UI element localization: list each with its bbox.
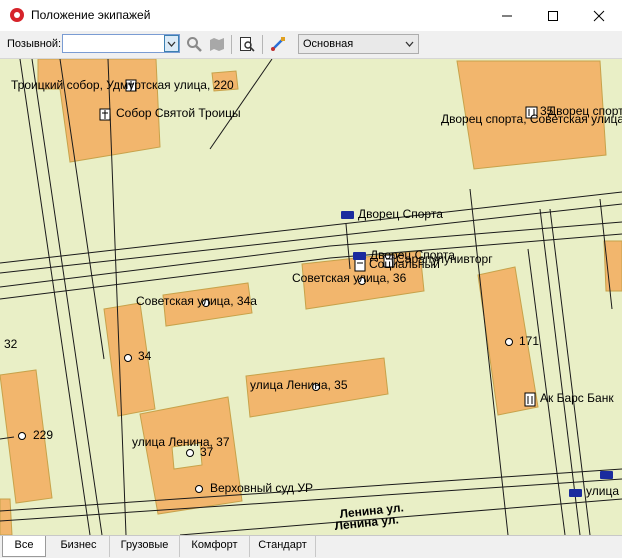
search-button[interactable] (185, 35, 203, 53)
address-point (505, 338, 513, 346)
toolbar-separator (262, 35, 263, 54)
layer-select[interactable]: Основная (298, 34, 419, 54)
map-label: 32 (4, 337, 18, 351)
address-point (124, 354, 132, 362)
close-button[interactable] (576, 0, 622, 31)
maximize-icon (548, 10, 558, 21)
bank-icon (524, 392, 536, 407)
address-point (186, 449, 194, 457)
layer-select-value: Основная (303, 38, 354, 50)
chevron-down-icon (405, 41, 414, 47)
map-label: Советская улица, 36 (292, 271, 407, 285)
toolbar: Позывной: Основная (0, 31, 622, 59)
route-tool-button[interactable] (269, 35, 287, 53)
map-label: Дворец Спорта (358, 207, 443, 221)
map-label: Верховный суд УР (210, 481, 313, 495)
map-label: 37 (200, 445, 214, 459)
tab-comfort[interactable]: Комфорт (180, 536, 250, 557)
app-icon (10, 8, 24, 22)
map-label: 35 (540, 104, 554, 118)
building (0, 498, 13, 535)
map-icon (210, 38, 224, 51)
callsign-label: Позывной: (7, 38, 62, 50)
map-label: Ак Барс Банк (540, 391, 614, 405)
map-layers-button[interactable] (208, 35, 226, 53)
shop-icon (354, 258, 366, 272)
close-icon (593, 10, 605, 21)
minimize-icon (502, 15, 512, 16)
window-title: Положение экипажей (31, 8, 151, 22)
church-icon (99, 108, 111, 121)
maximize-button[interactable] (530, 0, 576, 31)
minimize-button[interactable] (484, 0, 530, 31)
map-label: улица Ленина, 35 (250, 378, 348, 392)
search-icon (187, 37, 202, 52)
tab-standard[interactable]: Стандарт (250, 536, 316, 557)
address-point (18, 432, 26, 440)
chevron-down-icon (167, 41, 176, 47)
filter-tabs: Все Бизнес Грузовые Комфорт Стандарт (0, 535, 622, 558)
map-label: улица (586, 484, 619, 498)
tab-cargo[interactable]: Грузовые (110, 536, 180, 557)
building (603, 240, 622, 292)
map-label: 34 (138, 349, 152, 363)
map-label: Собор Святой Троицы (116, 106, 241, 120)
tab-all[interactable]: Все (2, 536, 46, 557)
address-point (195, 485, 203, 493)
bus-stop-icon (600, 471, 613, 479)
map-label: Сарапулунивторг (396, 252, 493, 266)
map-label: 229 (33, 428, 53, 442)
callsign-input[interactable] (62, 34, 180, 53)
map-label: улица Ленина, 37 (132, 435, 230, 449)
title-bar: Положение экипажей (0, 0, 622, 31)
pencil-route-icon (271, 37, 285, 51)
find-on-map-button[interactable] (238, 35, 256, 53)
toolbar-separator (231, 35, 232, 54)
map-label: Советская улица, 34а (136, 294, 257, 308)
map-label: Троицкий собор, Удмуртская улица, 220 (11, 78, 234, 92)
map-canvas[interactable]: Троицкий собор, Удмуртская улица, 220 Со… (0, 59, 622, 535)
callsign-dropdown-button[interactable] (164, 35, 179, 52)
document-search-icon (240, 37, 255, 52)
bus-stop-icon (341, 211, 354, 219)
bus-stop-icon (353, 252, 366, 260)
map-label: Дворец спорта (548, 104, 622, 118)
map-label: 171 (519, 334, 539, 348)
tab-business[interactable]: Бизнес (48, 536, 110, 557)
bus-stop-icon (569, 489, 582, 497)
map-view[interactable]: Троицкий собор, Удмуртская улица, 220 Со… (0, 59, 622, 535)
